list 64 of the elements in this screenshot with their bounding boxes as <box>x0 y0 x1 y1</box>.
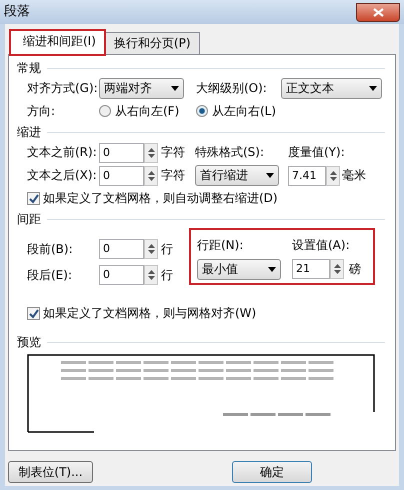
caret-icon <box>268 266 276 272</box>
field-label: 文本之后(X): <box>27 168 98 183</box>
spin-field[interactable]: 0 <box>99 239 144 259</box>
section-heading: 间距 <box>17 212 41 226</box>
field-label: 磅 <box>349 262 361 276</box>
spin-buttons[interactable] <box>144 239 158 259</box>
checkbox[interactable] <box>27 192 40 205</box>
spin-arrows-icon <box>148 243 154 255</box>
section-heading: 预览 <box>17 334 41 350</box>
field-label: 方向: <box>27 104 56 119</box>
section-heading: 缩进 <box>17 124 41 140</box>
field-label: 文本之前(R): <box>27 145 98 160</box>
spin-buttons[interactable] <box>144 142 158 162</box>
field-label: 段后(E): <box>27 268 73 282</box>
caret-icon <box>266 173 274 178</box>
spin-buttons[interactable] <box>144 265 158 285</box>
field-label: 特殊格式(S): <box>195 145 266 160</box>
spin-arrows-icon <box>148 146 154 158</box>
radio-button[interactable] <box>196 105 208 118</box>
dropdown[interactable]: 首行缩进 <box>195 165 279 186</box>
field-label: 度量值(Y): <box>288 145 345 160</box>
spin-field[interactable]: 0 <box>99 166 144 186</box>
field-label: 行距(N): <box>197 238 244 253</box>
checkbox[interactable] <box>27 307 40 320</box>
field-label: 对齐方式(G): <box>27 81 99 96</box>
tab[interactable]: 换行和分页(P) <box>104 32 200 54</box>
section-heading: 常规 <box>17 60 41 76</box>
checkmark-icon <box>28 308 38 318</box>
field-label: 段前(B): <box>27 242 74 256</box>
spin-buttons[interactable] <box>326 166 340 186</box>
dropdown[interactable]: 两端对齐 <box>99 78 184 99</box>
field-label: 字符 <box>161 145 186 160</box>
checkbox-label: 如果定义了文档网格，则与网格对齐(W) <box>43 306 256 321</box>
field-label: 毫米 <box>342 168 366 183</box>
spin-field[interactable]: 21 <box>292 259 330 279</box>
close-icon <box>372 8 384 16</box>
ok-button[interactable]: 确定 <box>232 461 312 483</box>
checkmark-icon <box>28 194 38 204</box>
window-title: 段落 <box>3 4 30 20</box>
radio-label: 从左向右(L) <box>212 104 276 119</box>
spin-field[interactable]: 0 <box>99 142 144 162</box>
radio-label: 从右向左(F) <box>115 104 180 119</box>
radio-button[interactable] <box>99 105 111 118</box>
tab[interactable]: 缩进和间距(I) <box>10 30 105 55</box>
field-label: 行 <box>161 242 174 256</box>
spin-buttons[interactable] <box>144 166 158 186</box>
field-label: 字符 <box>161 168 186 183</box>
field-label: 行 <box>161 268 174 282</box>
caret-icon <box>369 86 377 91</box>
spin-arrows-icon <box>330 170 336 182</box>
checkbox-label: 如果定义了文档网格，则自动调整右缩进(D) <box>43 191 278 206</box>
close-button[interactable] <box>356 2 400 22</box>
dropdown[interactable]: 最小值 <box>197 258 281 280</box>
spin-arrows-icon <box>148 170 154 182</box>
spin-arrows-icon <box>334 263 340 275</box>
spin-arrows-icon <box>148 269 154 281</box>
field-label: 设置值(A): <box>292 238 350 253</box>
tabs-button[interactable]: 制表位(T)... <box>8 461 93 483</box>
field-label: 大纲级别(O): <box>196 81 268 96</box>
spin-buttons[interactable] <box>330 259 344 279</box>
caret-icon <box>171 86 179 91</box>
spin-field[interactable]: 7.41 <box>288 166 326 186</box>
dropdown[interactable]: 正文文本 <box>281 78 382 99</box>
spin-field[interactable]: 0 <box>99 265 144 285</box>
